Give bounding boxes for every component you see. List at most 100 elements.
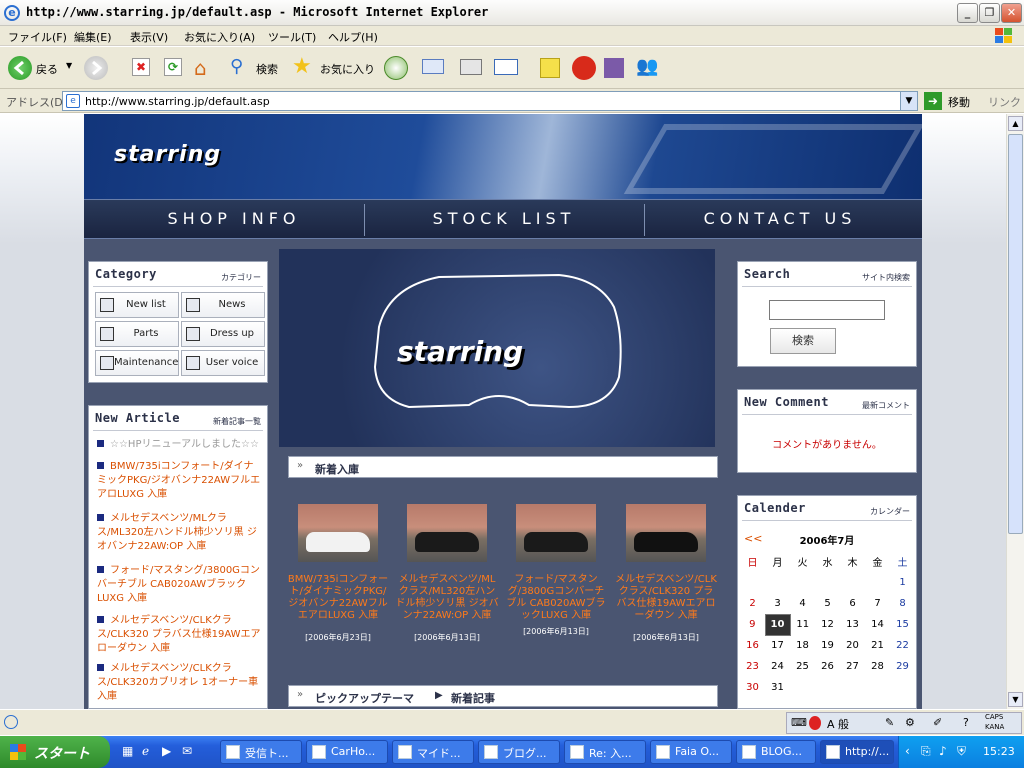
calendar-day: 29: [896, 661, 909, 672]
tool-icon[interactable]: ✐: [933, 716, 942, 729]
article-item[interactable]: ☆☆HPリニューアルしました☆☆: [97, 438, 261, 452]
product-card[interactable]: メルセデスベンツ/CLKクラス/CLK320 プラバス仕様19AWエアローダウン…: [614, 504, 718, 643]
product-card[interactable]: BMW/735iコンフォート/ダイナミックPKG/ジオバンナ22AWフルエアロL…: [286, 504, 390, 643]
messenger-button[interactable]: [572, 54, 598, 82]
nav-contact-us[interactable]: CONTACT US: [650, 209, 910, 228]
product-title[interactable]: BMW/735iコンフォート/ダイナミックPKG/ジオバンナ22AWフルエアロL…: [286, 574, 390, 622]
settings-icon[interactable]: ⚙: [905, 716, 915, 729]
product-photo[interactable]: [626, 504, 706, 562]
volume-icon[interactable]: ♪: [939, 744, 947, 758]
product-photo[interactable]: [407, 504, 487, 562]
scroll-up-icon[interactable]: ▲: [1008, 116, 1023, 131]
help-icon[interactable]: ?: [963, 716, 969, 729]
search-button[interactable]: ⚲ 検索: [230, 54, 286, 82]
menu-edit[interactable]: 編集(E): [74, 29, 112, 45]
article-item[interactable]: BMW/735iコンフォート/ダイナミックPKG/ジオバンナ22AWフルエアロL…: [97, 460, 261, 502]
back-dropdown-icon[interactable]: ▼: [66, 61, 72, 70]
task-button[interactable]: マイド...: [392, 740, 474, 764]
product-card[interactable]: フォード/マスタング/3800Gコンバーチブル CAB020AWブラックLUXG…: [504, 504, 608, 637]
product-title[interactable]: フォード/マスタング/3800Gコンバーチブル CAB020AWブラックLUXG…: [504, 574, 608, 622]
maximize-button[interactable]: ❐: [979, 3, 1000, 23]
article-item[interactable]: メルセデスベンツ/MLクラス/ML320左ハンドル柿少ソリ黒 ジオバンナ22AW…: [97, 512, 261, 554]
links-label[interactable]: リンク: [988, 94, 1021, 110]
menu-tools[interactable]: ツール(T): [268, 29, 316, 45]
gear-icon: [100, 356, 114, 370]
go-button[interactable]: ➜ 移動: [924, 91, 986, 111]
discuss-button[interactable]: [540, 54, 566, 82]
refresh-button[interactable]: ⟳: [162, 54, 186, 82]
back-button[interactable]: 戻る ▼: [6, 54, 76, 82]
new-article-subtitle[interactable]: 新着記事一覧: [213, 416, 261, 427]
network-icon[interactable]: ⎘: [921, 744, 931, 759]
article-item[interactable]: メルセデスベンツ/CLKクラス/CLK320カブリオレ 1オーナー車 入庫: [97, 662, 261, 704]
category-new-list[interactable]: New list: [95, 292, 179, 318]
menu-file[interactable]: ファイル(F): [8, 29, 67, 45]
site-logo[interactable]: starring: [114, 142, 221, 167]
article-item[interactable]: メルセデスベンツ/CLKクラス/CLK320 プラバス仕様19AWエアローダウン…: [97, 614, 261, 656]
minimize-button[interactable]: _: [957, 3, 978, 23]
vertical-scrollbar[interactable]: ▲ ▼: [1006, 114, 1024, 709]
product-title[interactable]: メルセデスベンツ/MLクラス/ML320左ハンドル柿少ソリ黒 ジオバンナ22AW…: [395, 574, 499, 622]
task-button[interactable]: Faia O...: [650, 740, 732, 764]
task-button[interactable]: 受信ト...: [220, 740, 302, 764]
stop-button[interactable]: ✖: [130, 54, 154, 82]
edit-button[interactable]: [494, 54, 534, 82]
ime-icon[interactable]: [809, 716, 821, 730]
task-button[interactable]: Re: 入...: [564, 740, 646, 764]
kana-indicator: KANA: [985, 723, 1005, 731]
forward-button[interactable]: [82, 54, 118, 82]
calendar-day: 18: [796, 640, 809, 651]
nav-shop-info[interactable]: SHOP INFO: [104, 209, 364, 228]
nav-stock-list[interactable]: STOCK LIST: [374, 209, 634, 228]
research-button[interactable]: [604, 54, 630, 82]
outlook-icon[interactable]: ✉: [182, 744, 192, 758]
product-photo[interactable]: [298, 504, 378, 562]
site-search-input[interactable]: [769, 300, 885, 320]
calendar-day: 6: [849, 598, 856, 609]
calendar-empty-cell: [815, 572, 840, 593]
pickup-subtitle[interactable]: 新着記事: [451, 690, 495, 706]
ie-launch-icon[interactable]: ℯ: [142, 744, 149, 758]
category-dress-up[interactable]: Dress up: [181, 321, 265, 347]
calendar-day: 26: [821, 661, 834, 672]
article-text: メルセデスベンツ/CLKクラス/CLK320カブリオレ 1オーナー車 入庫: [97, 663, 259, 702]
security-icon[interactable]: ⛨: [957, 744, 966, 759]
calendar-empty-cell: [740, 572, 765, 593]
task-button-active[interactable]: http://...: [820, 740, 894, 764]
close-button[interactable]: ✕: [1001, 3, 1022, 23]
menu-view[interactable]: 表示(V): [130, 29, 168, 45]
category-user-voice[interactable]: User voice: [181, 350, 265, 376]
history-button[interactable]: [384, 54, 408, 82]
address-dropdown-icon[interactable]: ▼: [900, 92, 917, 110]
article-item[interactable]: フォード/マスタング/3800Gコンバーチブル CAB020AWブラックLUXG…: [97, 564, 261, 606]
product-card[interactable]: メルセデスベンツ/MLクラス/ML320左ハンドル柿少ソリ黒 ジオバンナ22AW…: [395, 504, 499, 643]
menu-bar: ファイル(F) 編集(E) 表示(V) お気に入り(A) ツール(T) ヘルプ(…: [0, 26, 1024, 46]
product-title[interactable]: メルセデスベンツ/CLKクラス/CLK320 プラバス仕様19AWエアローダウン…: [614, 574, 718, 622]
nav-divider: [644, 204, 645, 236]
start-button[interactable]: スタート: [0, 736, 110, 768]
task-button[interactable]: CarHo...: [306, 740, 388, 764]
menu-help[interactable]: ヘルプ(H): [328, 29, 378, 45]
print-button[interactable]: [460, 54, 486, 82]
category-news[interactable]: News: [181, 292, 265, 318]
users-button[interactable]: 👥: [636, 54, 662, 82]
media-icon[interactable]: ▶: [162, 744, 171, 758]
scroll-down-icon[interactable]: ▼: [1008, 692, 1023, 707]
home-button[interactable]: ⌂: [192, 54, 218, 82]
ime-mode[interactable]: A 般: [827, 716, 849, 732]
category-parts[interactable]: Parts: [95, 321, 179, 347]
menu-favorites[interactable]: お気に入り(A): [184, 29, 255, 45]
task-button[interactable]: ブログ...: [478, 740, 560, 764]
task-button[interactable]: BLOG...: [736, 740, 816, 764]
favorites-button[interactable]: ★ お気に入り: [292, 54, 378, 82]
site-search-button[interactable]: 検索: [770, 328, 836, 354]
product-photo[interactable]: [516, 504, 596, 562]
keyboard-icon[interactable]: ⌨: [791, 716, 807, 729]
address-input[interactable]: e http://www.starring.jp/default.asp ▼: [62, 91, 918, 111]
pad-icon[interactable]: ✎: [885, 716, 894, 729]
desktop-icon[interactable]: ▦: [122, 744, 133, 758]
category-maintenance[interactable]: Maintenance: [95, 350, 179, 376]
tray-expand-icon[interactable]: ‹: [905, 744, 910, 758]
mail-button[interactable]: [422, 54, 456, 82]
scroll-thumb[interactable]: [1008, 134, 1023, 534]
